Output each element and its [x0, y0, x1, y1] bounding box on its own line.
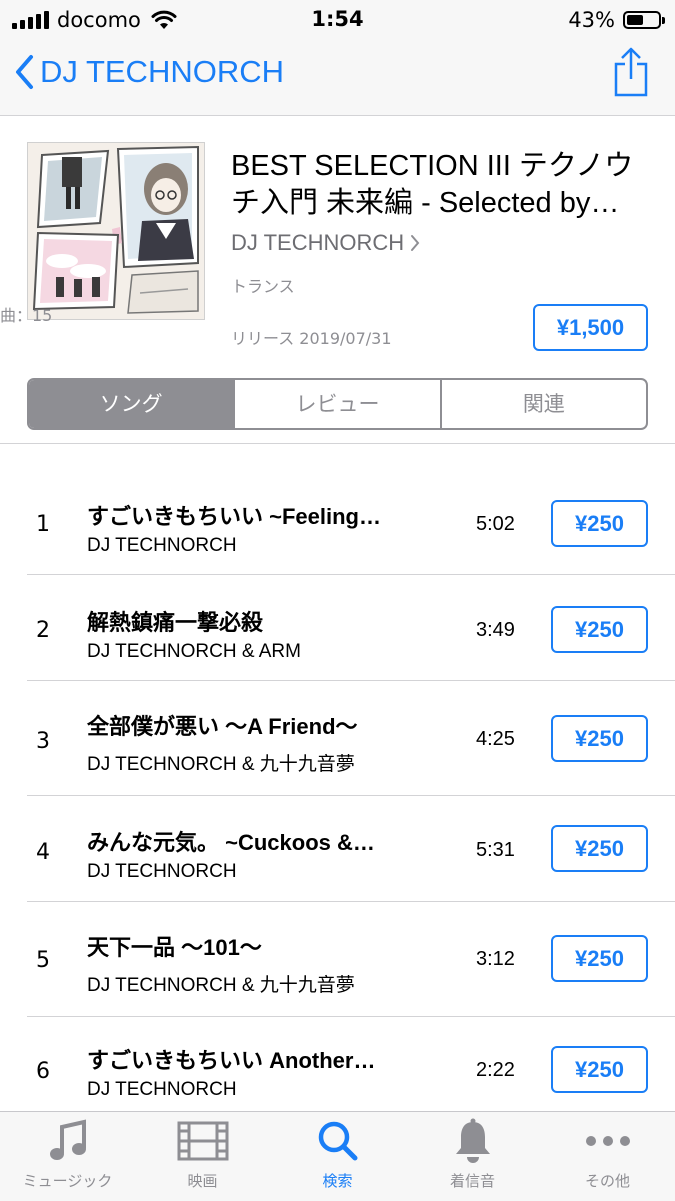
- track-row[interactable]: 4 みんな元気。 ~Cuckoos &… DJ TECHNORCH 5:31 ¥…: [0, 796, 675, 902]
- track-row[interactable]: 6 すごいきもちいい Another… DJ TECHNORCH 2:22 ¥2…: [0, 1017, 675, 1123]
- track-artist: DJ TECHNORCH: [87, 1079, 237, 1100]
- track-buy-button[interactable]: ¥250: [551, 935, 648, 982]
- navigation-bar: DJ TECHNORCH: [0, 40, 675, 116]
- track-number: 2: [36, 618, 50, 643]
- track-artist: DJ TECHNORCH & 九十九音夢: [87, 754, 355, 775]
- track-buy-button[interactable]: ¥250: [551, 606, 648, 653]
- header-divider: [0, 443, 675, 444]
- track-duration: 3:49: [476, 619, 515, 641]
- segment-songs[interactable]: ソング: [29, 380, 234, 428]
- tab-label: ミュージック: [22, 1172, 113, 1190]
- tab-ringtones[interactable]: 着信音: [405, 1112, 540, 1201]
- back-label: DJ TECHNORCH: [40, 54, 284, 89]
- tab-movies[interactable]: 映画: [135, 1112, 270, 1201]
- album-artist-link[interactable]: DJ TECHNORCH: [231, 230, 420, 256]
- tab-bar: ミュージック 映画 検索 着信音 その他: [0, 1111, 675, 1201]
- chevron-right-icon: [411, 235, 420, 251]
- track-title: すごいきもちいい Another…: [87, 1048, 376, 1073]
- segment-reviews[interactable]: レビュー: [233, 380, 439, 428]
- share-button[interactable]: [613, 46, 649, 102]
- album-buy-button[interactable]: ¥1,500: [533, 304, 648, 351]
- track-artist: DJ TECHNORCH & ARM: [87, 641, 301, 662]
- track-artist: DJ TECHNORCH: [87, 861, 237, 882]
- segment-related[interactable]: 関連: [439, 380, 646, 428]
- music-note-icon: [49, 1119, 86, 1160]
- status-bar: docomo 1:54 43%: [0, 0, 675, 40]
- track-list: 1 すごいきもちいい ~Feeling… DJ TECHNORCH 5:02 ¥…: [0, 469, 675, 1123]
- track-number: 1: [36, 512, 50, 537]
- track-buy-button[interactable]: ¥250: [551, 715, 648, 762]
- album-header: BEST SELECTION III テクノウチ入門 未来編 - Selecte…: [0, 116, 675, 444]
- tab-label: その他: [584, 1172, 630, 1190]
- track-duration: 5:02: [476, 513, 515, 535]
- track-title: すごいきもちいい ~Feeling…: [87, 504, 381, 529]
- track-title: 解熱鎮痛一撃必殺: [87, 610, 264, 635]
- tab-label: 着信音: [449, 1172, 495, 1190]
- track-row[interactable]: 2 解熱鎮痛一撃必殺 DJ TECHNORCH & ARM 3:49 ¥250: [0, 575, 675, 681]
- album-genre: トランス: [231, 277, 295, 296]
- chevron-left-icon: [16, 55, 33, 89]
- battery-icon: [623, 11, 665, 29]
- tab-label: 映画: [187, 1172, 218, 1190]
- album-artwork-illustration: [28, 143, 204, 319]
- album-artwork[interactable]: [27, 142, 205, 320]
- track-number: 3: [36, 729, 50, 754]
- track-number: 6: [36, 1059, 50, 1084]
- status-right: 43%: [568, 8, 665, 32]
- track-title: 天下一品 〜101〜: [87, 935, 262, 960]
- track-artist: DJ TECHNORCH & 九十九音夢: [87, 975, 355, 996]
- bell-icon: [455, 1118, 490, 1163]
- segmented-control: ソング レビュー 関連: [27, 378, 648, 430]
- track-row[interactable]: 5 天下一品 〜101〜 DJ TECHNORCH & 九十九音夢 3:12 ¥…: [0, 902, 675, 1017]
- track-buy-button[interactable]: ¥250: [551, 1046, 648, 1093]
- track-row[interactable]: 3 全部僕が悪い 〜A Friend〜 DJ TECHNORCH & 九十九音夢…: [0, 681, 675, 796]
- tab-search[interactable]: 検索: [270, 1112, 405, 1201]
- battery-percent: 43%: [568, 8, 615, 32]
- album-release-date: リリース 2019/07/31: [231, 329, 392, 348]
- track-duration: 4:25: [476, 728, 515, 750]
- back-button[interactable]: DJ TECHNORCH: [14, 54, 284, 90]
- track-duration: 5:31: [476, 839, 515, 861]
- tab-label: 検索: [322, 1172, 353, 1190]
- track-buy-button[interactable]: ¥250: [551, 825, 648, 872]
- track-buy-button[interactable]: ¥250: [551, 500, 648, 547]
- track-title: みんな元気。 ~Cuckoos &…: [87, 830, 375, 855]
- search-icon: [318, 1121, 357, 1161]
- track-duration: 3:12: [476, 948, 515, 970]
- track-duration: 2:22: [476, 1059, 515, 1081]
- track-number: 5: [36, 948, 50, 973]
- album-title: BEST SELECTION III テクノウチ入門 未来編 - Selecte…: [231, 150, 634, 219]
- track-row[interactable]: 1 すごいきもちいい ~Feeling… DJ TECHNORCH 5:02 ¥…: [0, 469, 675, 575]
- tab-music[interactable]: ミュージック: [0, 1112, 135, 1201]
- tab-more[interactable]: その他: [540, 1112, 675, 1201]
- album-artist-name: DJ TECHNORCH: [231, 230, 405, 255]
- track-artist: DJ TECHNORCH: [87, 535, 237, 556]
- share-icon: [614, 47, 648, 97]
- film-icon: [177, 1121, 228, 1161]
- track-title: 全部僕が悪い 〜A Friend〜: [87, 714, 358, 739]
- more-icon: [585, 1136, 630, 1146]
- track-number: 4: [36, 840, 50, 865]
